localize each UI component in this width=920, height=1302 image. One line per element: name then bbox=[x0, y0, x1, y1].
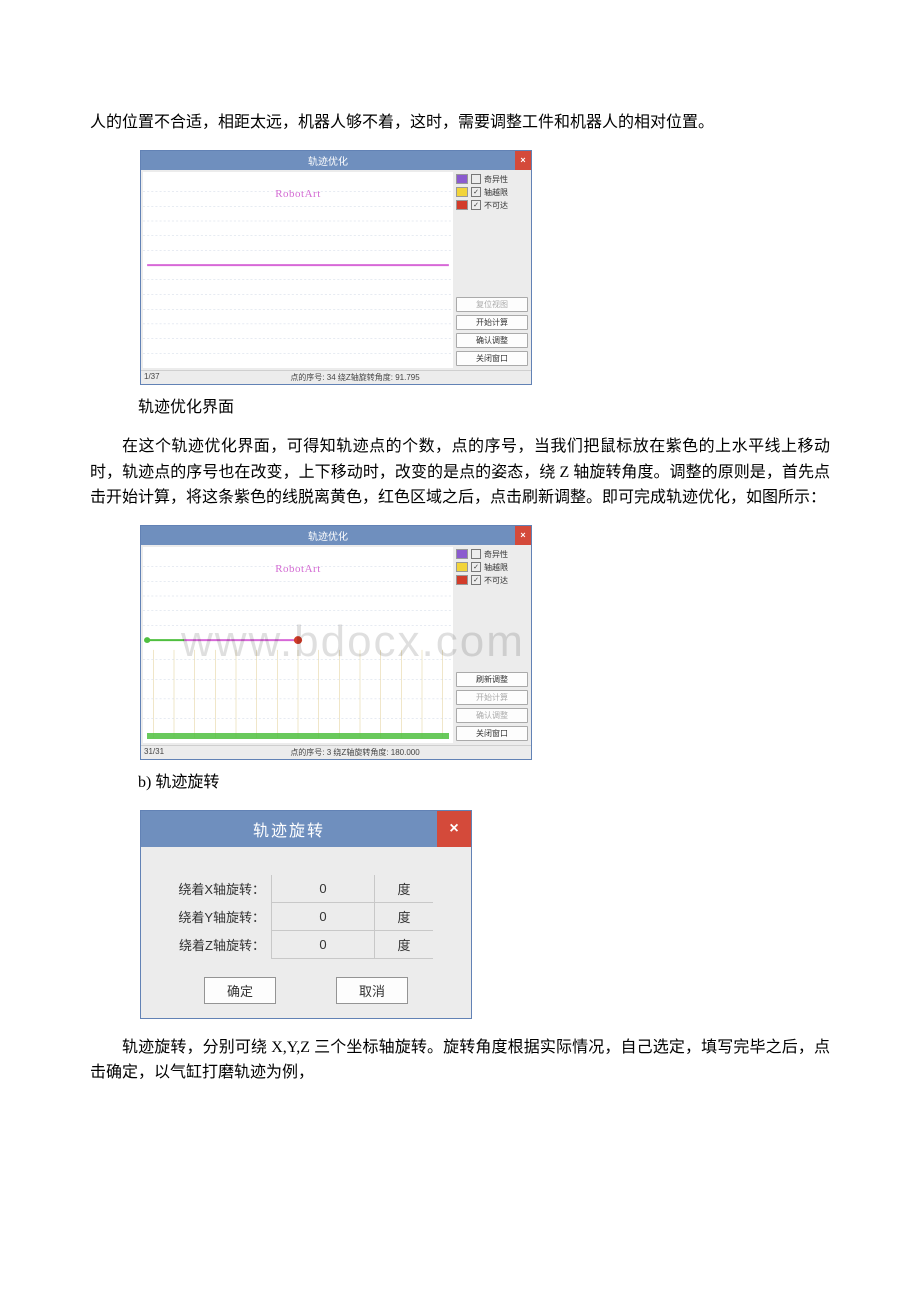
status-info: 点的序号: 3 绕Z轴旋转角度: 180.000 bbox=[182, 747, 528, 758]
close-window-button[interactable]: 关闭窗口 bbox=[456, 726, 528, 741]
progress-bar bbox=[147, 733, 449, 739]
legend: 奇异性 ✓ 轴越限 ✓ 不可达 bbox=[456, 549, 528, 588]
rotate-z-label: 绕着Z轴旋转： bbox=[159, 930, 272, 958]
table-row: 绕着X轴旋转： 0 度 bbox=[159, 875, 453, 903]
legend-item-overlimit: ✓ 轴越限 bbox=[456, 187, 528, 198]
paragraph: 轨迹旋转，分别可绕 X,Y,Z 三个坐标轴旋转。旋转角度根据实际情况，自己选定，… bbox=[90, 1035, 830, 1086]
status-info: 点的序号: 34 绕Z轴旋转角度: 91.795 bbox=[182, 372, 528, 383]
cancel-button[interactable]: 取消 bbox=[336, 977, 408, 1004]
window-title: 轨迹优化 bbox=[141, 526, 515, 545]
status-bar: 31/31 点的序号: 3 绕Z轴旋转角度: 180.000 bbox=[141, 745, 531, 759]
legend-item-unreach: ✓ 不可达 bbox=[456, 575, 528, 586]
legend: 奇异性 ✓ 轴越限 ✓ 不可达 bbox=[456, 174, 528, 213]
rotate-x-label: 绕着X轴旋转： bbox=[159, 875, 272, 903]
legend-label: 奇异性 bbox=[484, 549, 508, 560]
trajectory-optimize-dialog-1: 轨迹优化 × R bbox=[140, 150, 532, 385]
status-sequence: 1/37 bbox=[144, 372, 182, 383]
legend-label: 轴越限 bbox=[484, 187, 508, 198]
close-window-button[interactable]: 关闭窗口 bbox=[456, 351, 528, 366]
legend-item-singular: 奇异性 bbox=[456, 549, 528, 560]
brand-label: RobotArt bbox=[143, 563, 453, 575]
side-panel: 奇异性 ✓ 轴越限 ✓ 不可达 bbox=[453, 545, 531, 745]
table-row: 绕着Z轴旋转： 0 度 bbox=[159, 930, 453, 958]
window-title: 轨迹优化 bbox=[141, 151, 515, 170]
close-icon[interactable]: × bbox=[515, 151, 531, 170]
brand-label: RobotArt bbox=[143, 188, 453, 200]
unit-label: 度 bbox=[375, 930, 434, 958]
trajectory-rotate-dialog: 轨迹旋转 × 绕着X轴旋转： 0 度 绕着Y轴旋转： 0 度 bbox=[140, 810, 472, 1019]
refresh-adjust-button[interactable]: 刷新调整 bbox=[456, 672, 528, 687]
checkbox[interactable]: ✓ bbox=[471, 200, 481, 210]
paragraph: 人的位置不合适，相距太远，机器人够不着，这时，需要调整工件和机器人的相对位置。 bbox=[90, 110, 830, 136]
titlebar: 轨迹优化 × bbox=[141, 526, 531, 545]
unit-label: 度 bbox=[375, 902, 434, 930]
legend-item-singular: 奇异性 bbox=[456, 174, 528, 185]
section-heading: b) 轨迹旋转 bbox=[90, 770, 830, 796]
rotate-y-label: 绕着Y轴旋转： bbox=[159, 902, 272, 930]
titlebar: 轨迹优化 × bbox=[141, 151, 531, 170]
figure-caption: 轨迹优化界面 bbox=[90, 395, 830, 421]
optimize-chart[interactable]: RobotArt bbox=[143, 547, 453, 743]
rotate-inputs-table: 绕着X轴旋转： 0 度 绕着Y轴旋转： 0 度 绕着Z轴旋转： 0 bbox=[159, 875, 453, 959]
legend-label: 不可达 bbox=[484, 200, 508, 211]
window-title: 轨迹旋转 bbox=[141, 811, 437, 847]
table-row: 绕着Y轴旋转： 0 度 bbox=[159, 902, 453, 930]
checkbox[interactable] bbox=[471, 549, 481, 559]
legend-item-unreach: ✓ 不可达 bbox=[456, 200, 528, 211]
confirm-adjust-button[interactable]: 确认调整 bbox=[456, 708, 528, 723]
checkbox[interactable]: ✓ bbox=[471, 187, 481, 197]
rotate-y-input[interactable]: 0 bbox=[272, 902, 375, 930]
unit-label: 度 bbox=[375, 875, 434, 903]
legend-label: 奇异性 bbox=[484, 174, 508, 185]
titlebar: 轨迹旋转 × bbox=[141, 811, 471, 847]
legend-item-overlimit: ✓ 轴越限 bbox=[456, 562, 528, 573]
status-bar: 1/37 点的序号: 34 绕Z轴旋转角度: 91.795 bbox=[141, 370, 531, 384]
legend-label: 轴越限 bbox=[484, 562, 508, 573]
ok-button[interactable]: 确定 bbox=[204, 977, 276, 1004]
legend-label: 不可达 bbox=[484, 575, 508, 586]
start-calc-button[interactable]: 开始计算 bbox=[456, 315, 528, 330]
optimize-chart[interactable]: RobotArt bbox=[143, 172, 453, 368]
checkbox[interactable]: ✓ bbox=[471, 562, 481, 572]
confirm-adjust-button[interactable]: 确认调整 bbox=[456, 333, 528, 348]
trajectory-optimize-dialog-2: 轨迹优化 × bbox=[140, 525, 532, 760]
checkbox[interactable]: ✓ bbox=[471, 575, 481, 585]
reset-view-button[interactable]: 复位视图 bbox=[456, 297, 528, 312]
rotate-z-input[interactable]: 0 bbox=[272, 930, 375, 958]
close-icon[interactable]: × bbox=[515, 526, 531, 545]
rotate-x-input[interactable]: 0 bbox=[272, 875, 375, 903]
start-calc-button[interactable]: 开始计算 bbox=[456, 690, 528, 705]
status-sequence: 31/31 bbox=[144, 747, 182, 758]
checkbox[interactable] bbox=[471, 174, 481, 184]
side-panel: 奇异性 ✓ 轴越限 ✓ 不可达 bbox=[453, 170, 531, 370]
paragraph: 在这个轨迹优化界面，可得知轨迹点的个数，点的序号，当我们把鼠标放在紫色的上水平线… bbox=[90, 434, 830, 511]
close-icon[interactable]: × bbox=[437, 811, 471, 847]
